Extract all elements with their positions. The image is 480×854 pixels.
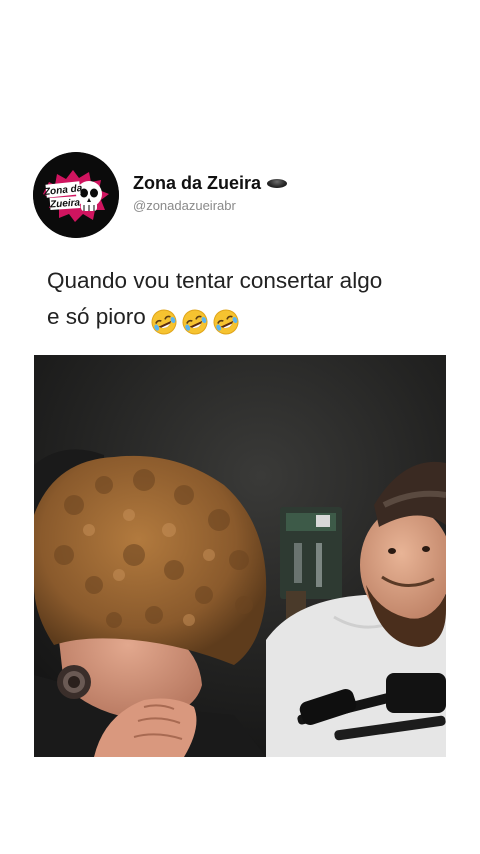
emoji-row bbox=[150, 303, 243, 339]
caption-line-2-wrap: e só pioro bbox=[47, 299, 447, 339]
rolling-on-floor-laughing-icon bbox=[151, 309, 177, 335]
svg-text:Zueira: Zueira bbox=[49, 197, 81, 210]
rolling-on-floor-laughing-icon bbox=[182, 309, 208, 335]
zona-da-zueira-logo-icon: Zona da Zueira bbox=[33, 152, 119, 238]
post-header: Zona da Zueira Zona da Zueira @zonadazue… bbox=[33, 152, 453, 238]
account-name[interactable]: Zona da Zueira bbox=[133, 173, 288, 194]
account-name-text: Zona da Zueira bbox=[133, 173, 262, 193]
post-caption: Quando vou tentar consertar algo e só pi… bbox=[47, 263, 447, 339]
black-circle-icon bbox=[267, 178, 288, 188]
video-still-image bbox=[34, 355, 446, 757]
caption-line-2: e só pioro bbox=[47, 304, 146, 329]
account-handle[interactable]: @zonadazueirabr bbox=[133, 198, 236, 213]
rolling-on-floor-laughing-icon bbox=[213, 309, 239, 335]
avatar[interactable]: Zona da Zueira bbox=[33, 152, 119, 238]
caption-line-1: Quando vou tentar consertar algo bbox=[47, 268, 383, 293]
post-video[interactable] bbox=[34, 355, 446, 757]
